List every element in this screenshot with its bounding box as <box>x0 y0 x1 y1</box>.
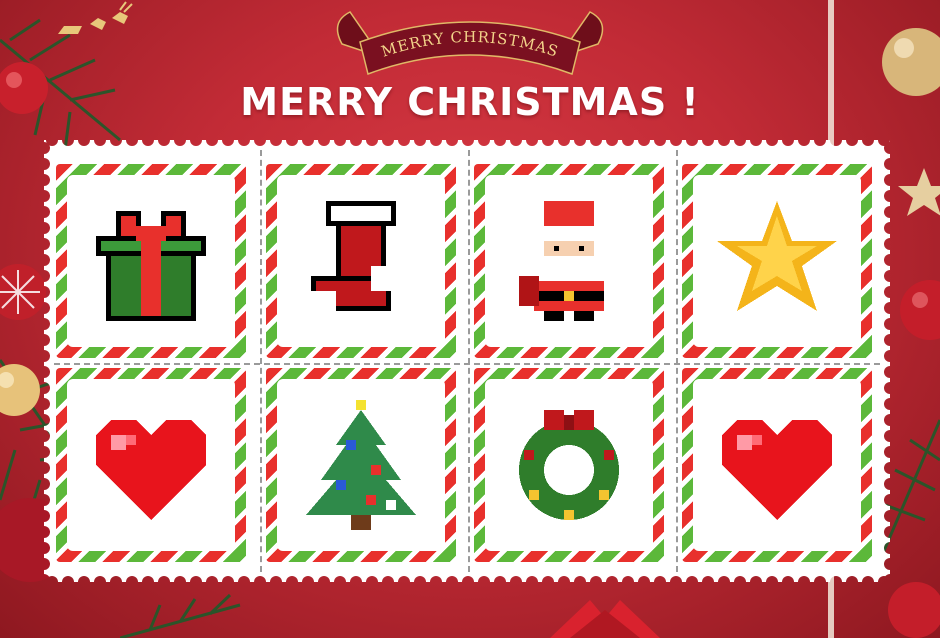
sleigh-decoration <box>58 1 133 34</box>
gift-icon <box>96 211 206 321</box>
card-1[interactable] <box>56 164 246 358</box>
card-face <box>277 379 445 551</box>
heart-icon <box>96 420 206 520</box>
ornament-red-right-icon <box>900 280 940 340</box>
star-icon <box>717 201 837 311</box>
card-face <box>277 175 445 347</box>
santa-claus-icon <box>519 201 609 321</box>
card-6[interactable] <box>266 368 456 562</box>
card-3[interactable] <box>474 164 664 358</box>
card-divider <box>468 150 470 572</box>
card-face <box>693 175 861 347</box>
card-4[interactable] <box>682 164 872 358</box>
gift-bow-bottom-decoration <box>550 600 660 638</box>
christmas-tree-icon <box>306 400 416 530</box>
card-2[interactable] <box>266 164 456 358</box>
card-divider <box>54 363 880 365</box>
christmas-stocking-icon <box>311 201 396 311</box>
page-title: MERRY CHRISTMAS ! <box>240 80 700 124</box>
card-8[interactable] <box>682 368 872 562</box>
game-scene: MERRY CHRISTMAS MERRY CHRISTMAS ! <box>0 0 940 638</box>
card-face <box>485 175 653 347</box>
card-face <box>693 379 861 551</box>
wreath-icon <box>519 410 619 520</box>
card-divider <box>260 150 262 572</box>
card-face <box>67 379 235 551</box>
card-face <box>485 379 653 551</box>
card-7[interactable] <box>474 368 664 562</box>
pine-bottom-decoration <box>120 593 241 638</box>
heart-icon <box>722 420 832 520</box>
merry-christmas-banner: MERRY CHRISTMAS <box>336 11 604 75</box>
card-face <box>67 175 235 347</box>
card-divider <box>676 150 678 572</box>
card-5[interactable] <box>56 368 246 562</box>
star-ornament-icon <box>898 168 940 216</box>
